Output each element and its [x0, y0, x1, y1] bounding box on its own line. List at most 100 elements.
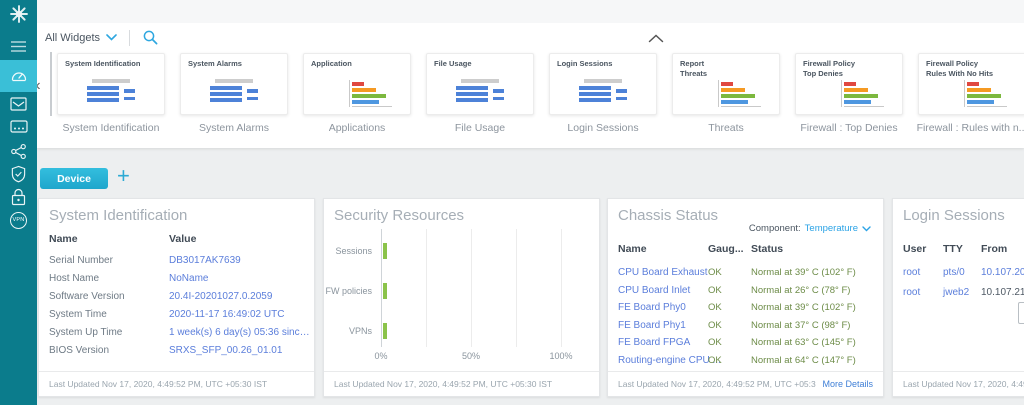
last-updated-text: Last Updated Nov 17, 2020, 4:49:52 PM, U…: [324, 371, 599, 396]
row-value[interactable]: 20.4I-20201027.0.2059: [169, 291, 272, 302]
session-tty[interactable]: pts/0: [943, 267, 965, 278]
row-value[interactable]: SRXS_SFP_00.26_01.01: [169, 345, 282, 356]
panel-chassis-status: Chassis Status Component: Temperature Na…: [607, 198, 884, 397]
widget-card-file-usage: File Usage File Usage: [426, 53, 534, 134]
sidebar-item-dashboard[interactable]: [0, 60, 37, 92]
status-value: Normal at 64° C (147° F): [751, 355, 856, 366]
widget-card[interactable]: Firewall PolicyTop Denies: [795, 53, 903, 115]
chevron-down-icon[interactable]: [862, 226, 871, 232]
column-header-status: Status: [751, 243, 783, 255]
row-value[interactable]: 2020-11-17 16:49:02 UTC: [169, 309, 284, 320]
widget-card[interactable]: File Usage: [426, 53, 534, 115]
row-label: Host Name: [49, 273, 99, 284]
widget-card[interactable]: System Alarms: [180, 53, 288, 115]
widget-card-title: System Alarms: [188, 59, 242, 68]
widget-card-label: Firewall : Rules with n...: [917, 122, 1024, 134]
gauge-value: OK: [708, 302, 722, 313]
widget-card-title: File Usage: [434, 59, 472, 68]
gauge-value: OK: [708, 337, 722, 348]
more-details-link[interactable]: More Details: [816, 379, 873, 389]
shield-check-icon: [10, 165, 27, 183]
search-icon[interactable]: [142, 29, 159, 46]
chassis-name-link[interactable]: Routing-engine CPU ...: [618, 355, 721, 366]
vpn-icon: VPN: [10, 212, 27, 229]
column-header-name: Name: [618, 243, 647, 255]
widget-card-system-alarms: System Alarms System Alarms: [180, 53, 288, 134]
panel-title: Security Resources: [334, 207, 464, 224]
widget-card-system-identification: System Identification System Identificat…: [57, 53, 165, 134]
widget-card-title: Firewall Policy: [926, 59, 978, 68]
chassis-name-link[interactable]: FE Board FPGA: [618, 337, 690, 348]
widget-card-label: Firewall : Top Denies: [800, 122, 897, 134]
row-label: System Time: [49, 309, 107, 320]
widget-card[interactable]: Firewall PolicyRules With No Hits: [918, 53, 1024, 115]
row-value[interactable]: NoName: [169, 273, 208, 284]
chart-bar-fw-policies: [383, 283, 387, 299]
chassis-name-link[interactable]: FE Board Phy0: [618, 302, 686, 313]
widget-filter-row: All Widgets: [45, 29, 159, 46]
device-ports-icon: [10, 120, 28, 133]
widget-card-firewall-top-denies: Firewall PolicyTop Denies Firewall : Top…: [795, 53, 903, 134]
component-label: Component:: [749, 223, 801, 234]
widget-card-title: Login Sessions: [557, 59, 612, 68]
widget-card-title: Report: [680, 59, 704, 68]
chassis-name-link[interactable]: FE Board Phy1: [618, 320, 686, 331]
list-widget-icon: [574, 79, 632, 104]
session-tty[interactable]: jweb2: [943, 287, 969, 298]
list-widget-icon: [82, 79, 140, 104]
session-from: 10.107.210.4: [981, 287, 1024, 298]
collapse-carousel-button[interactable]: [648, 30, 664, 48]
x-axis-tick: 100%: [549, 351, 572, 361]
status-value: Normal at 39° C (102° F): [751, 302, 856, 313]
widget-card[interactable]: System Identification: [57, 53, 165, 115]
component-dropdown[interactable]: Temperature: [805, 223, 858, 234]
juniper-logo-icon: [8, 3, 30, 25]
network-share-icon: [10, 143, 27, 160]
list-widget-icon: [205, 79, 263, 104]
lock-icon: [11, 188, 26, 206]
gauge-value: OK: [708, 320, 722, 331]
component-selector: Component: Temperature: [749, 223, 871, 234]
row-label: Software Version: [49, 291, 125, 302]
hamburger-icon: [10, 40, 27, 53]
list-widget-icon: [451, 79, 509, 104]
session-from[interactable]: 10.107.209.2: [981, 267, 1024, 278]
x-axis-tick: 0%: [374, 351, 387, 361]
column-header-user: User: [903, 243, 926, 255]
bar-chart-icon: [718, 80, 764, 107]
widget-card-label: File Usage: [455, 122, 505, 134]
widget-card-login-sessions: Login Sessions Login Sessions: [549, 53, 657, 134]
widget-card-label: Applications: [329, 122, 386, 134]
session-user[interactable]: root: [903, 287, 920, 298]
clipped-popup-box: [1018, 302, 1024, 324]
widget-card[interactable]: ReportThreats: [672, 53, 780, 115]
add-dashboard-button[interactable]: +: [117, 163, 130, 189]
sidebar-item-vpn[interactable]: VPN: [0, 206, 37, 234]
chevron-down-icon[interactable]: [106, 34, 117, 41]
menu-toggle-button[interactable]: [0, 32, 37, 60]
widget-filter-dropdown[interactable]: All Widgets: [45, 32, 100, 44]
widget-carousel-section: All Widgets ‹ System Identification Syst…: [37, 0, 1024, 148]
divider: [129, 30, 130, 46]
tab-device[interactable]: Device: [40, 168, 108, 189]
chassis-name-link[interactable]: CPU Board Inlet: [618, 285, 690, 296]
panel-security-resources: Security Resources Sessions FW policies …: [323, 198, 600, 397]
row-value[interactable]: DB3017AK7639: [169, 255, 241, 266]
panel-login-sessions: Login Sessions User TTY From root pts/0 …: [892, 198, 1024, 397]
row-label: BIOS Version: [49, 345, 109, 356]
widget-card-label: System Identification: [63, 122, 160, 134]
session-user[interactable]: root: [903, 267, 920, 278]
widget-card-label: System Alarms: [199, 122, 269, 134]
widget-card[interactable]: Application: [303, 53, 411, 115]
widget-card-title: Application: [311, 59, 352, 68]
panel-system-identification: System Identification Name Value Serial …: [38, 198, 315, 397]
sidebar-item-device-admin[interactable]: [0, 112, 37, 140]
widget-card[interactable]: Login Sessions: [549, 53, 657, 115]
column-header-from: From: [981, 243, 1007, 255]
row-value[interactable]: 1 week(s) 6 day(s) 05:36 since 2020-11-0…: [169, 327, 311, 338]
widget-card-title: System Identification: [65, 59, 140, 68]
dashboard-main: Device + System Identification Name Valu…: [37, 148, 1024, 405]
panel-title: Chassis Status: [618, 207, 718, 224]
gauge-value: OK: [708, 267, 722, 278]
chassis-name-link[interactable]: CPU Board Exhaust: [618, 267, 708, 278]
